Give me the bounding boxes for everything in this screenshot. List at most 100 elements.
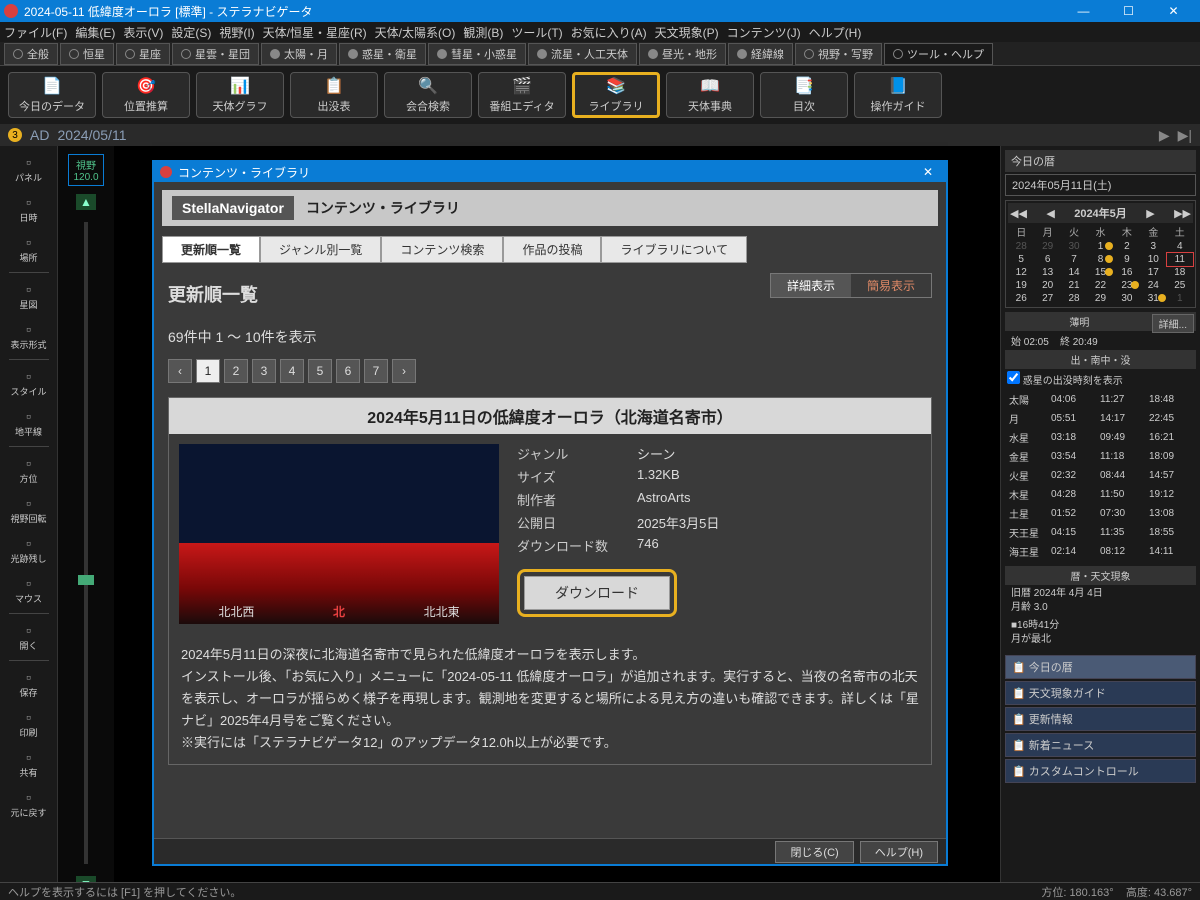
step-end-icon[interactable]: ▶| bbox=[1178, 127, 1192, 144]
left-tool-button[interactable]: ▫印刷 bbox=[4, 707, 54, 741]
simple-view-tab[interactable]: 簡易表示 bbox=[851, 274, 931, 297]
calendar-day[interactable]: 29 bbox=[1034, 240, 1060, 253]
calendar-day[interactable]: 2 bbox=[1114, 240, 1140, 253]
calendar-day[interactable]: 31 bbox=[1140, 292, 1166, 305]
toolbar-button[interactable]: 📄今日のデータ bbox=[8, 72, 96, 118]
toolbar-button[interactable]: 🎯位置推算 bbox=[102, 72, 190, 118]
panel-link[interactable]: 📋 更新情報 bbox=[1005, 707, 1196, 731]
maximize-button[interactable]: ☐ bbox=[1106, 0, 1151, 22]
menu-item[interactable]: 編集(E) bbox=[75, 24, 115, 41]
category-tab[interactable]: 経緯線 bbox=[728, 43, 793, 65]
calendar-day[interactable]: 28 bbox=[1008, 240, 1034, 253]
calendar-day[interactable]: 7 bbox=[1061, 253, 1087, 266]
calendar-day[interactable]: 21 bbox=[1061, 279, 1087, 292]
category-tab[interactable]: ツール・ヘルプ bbox=[884, 43, 993, 65]
fov-indicator[interactable]: 視野 120.0 bbox=[68, 154, 103, 186]
calendar-day[interactable]: 5 bbox=[1008, 253, 1034, 266]
library-tab[interactable]: ジャンル別一覧 bbox=[260, 236, 381, 263]
calendar-day[interactable]: 20 bbox=[1034, 279, 1060, 292]
cal-prev-month-icon[interactable]: ◀ bbox=[1046, 207, 1054, 220]
menu-item[interactable]: 観測(B) bbox=[463, 24, 503, 41]
page-button[interactable]: 4 bbox=[280, 359, 304, 383]
panel-link[interactable]: 📋 天文現象ガイド bbox=[1005, 681, 1196, 705]
calendar-day[interactable]: 12 bbox=[1008, 266, 1034, 279]
toolbar-button[interactable]: 📘操作ガイド bbox=[854, 72, 942, 118]
toolbar-button[interactable]: 📊天体グラフ bbox=[196, 72, 284, 118]
library-tab[interactable]: ライブラリについて bbox=[601, 236, 747, 263]
left-tool-button[interactable]: ▫表示形式 bbox=[4, 319, 54, 353]
detail-button[interactable]: 詳細... bbox=[1152, 314, 1194, 333]
calendar-day[interactable]: 3 bbox=[1140, 240, 1166, 253]
category-tab[interactable]: 全般 bbox=[4, 43, 58, 65]
calendar-day[interactable]: 8 bbox=[1087, 253, 1113, 266]
calendar-day[interactable]: 15 bbox=[1087, 266, 1113, 279]
page-button[interactable]: 6 bbox=[336, 359, 360, 383]
page-button[interactable]: 5 bbox=[308, 359, 332, 383]
category-tab[interactable]: 惑星・衛星 bbox=[339, 43, 426, 65]
calendar-day[interactable]: 22 bbox=[1087, 279, 1113, 292]
calendar-day[interactable]: 24 bbox=[1140, 279, 1166, 292]
left-tool-button[interactable]: ▫地平線 bbox=[4, 406, 54, 440]
calendar-day[interactable]: 17 bbox=[1140, 266, 1166, 279]
slider-thumb[interactable] bbox=[78, 575, 94, 585]
clock-icon[interactable]: 3 bbox=[8, 128, 22, 142]
page-button[interactable]: ‹ bbox=[168, 359, 192, 383]
library-tab[interactable]: コンテンツ検索 bbox=[381, 236, 503, 263]
planets-checkbox[interactable] bbox=[1007, 371, 1020, 384]
menu-item[interactable]: 天体/恒星・星座(R) bbox=[263, 24, 367, 41]
fov-slider[interactable] bbox=[84, 222, 88, 864]
fov-up-button[interactable]: ▲ bbox=[76, 194, 96, 210]
toolbar-button[interactable]: 📖天体事典 bbox=[666, 72, 754, 118]
calendar-day[interactable]: 14 bbox=[1061, 266, 1087, 279]
toolbar-button[interactable]: 🎬番組エディタ bbox=[478, 72, 566, 118]
toolbar-button[interactable]: 📑目次 bbox=[760, 72, 848, 118]
cal-prev-year-icon[interactable]: ◀◀ bbox=[1010, 207, 1027, 220]
left-tool-button[interactable]: ▫場所 bbox=[4, 232, 54, 266]
left-tool-button[interactable]: ▫日時 bbox=[4, 192, 54, 226]
menu-item[interactable]: 視野(I) bbox=[219, 24, 254, 41]
toolbar-button[interactable]: 📚ライブラリ bbox=[572, 72, 660, 118]
menu-item[interactable]: お気に入り(A) bbox=[571, 24, 647, 41]
left-tool-button[interactable]: ▫方位 bbox=[4, 453, 54, 487]
dialog-close-button[interactable]: 閉じる(C) bbox=[775, 841, 853, 863]
calendar-day[interactable]: 18 bbox=[1167, 266, 1193, 279]
left-tool-button[interactable]: ▫開く bbox=[4, 620, 54, 654]
left-tool-button[interactable]: ▫パネル bbox=[4, 152, 54, 186]
toolbar-button[interactable]: 🔍会合検索 bbox=[384, 72, 472, 118]
menu-item[interactable]: 表示(V) bbox=[123, 24, 163, 41]
calendar-day[interactable]: 30 bbox=[1114, 292, 1140, 305]
close-button[interactable]: ✕ bbox=[1151, 0, 1196, 22]
calendar-day[interactable]: 4 bbox=[1167, 240, 1193, 253]
left-tool-button[interactable]: ▫マウス bbox=[4, 573, 54, 607]
cal-next-year-icon[interactable]: ▶▶ bbox=[1174, 207, 1191, 220]
left-tool-button[interactable]: ▫保存 bbox=[4, 667, 54, 701]
library-tab[interactable]: 作品の投稿 bbox=[503, 236, 601, 263]
menu-item[interactable]: 設定(S) bbox=[171, 24, 211, 41]
calendar-day[interactable]: 1 bbox=[1167, 292, 1193, 305]
page-button[interactable]: › bbox=[392, 359, 416, 383]
calendar-day[interactable]: 28 bbox=[1061, 292, 1087, 305]
calendar-day[interactable]: 25 bbox=[1167, 279, 1193, 292]
minimize-button[interactable]: — bbox=[1061, 0, 1106, 22]
page-button[interactable]: 3 bbox=[252, 359, 276, 383]
left-tool-button[interactable]: ▫光跡残し bbox=[4, 533, 54, 567]
category-tab[interactable]: 視野・写野 bbox=[795, 43, 882, 65]
left-tool-button[interactable]: ▫スタイル bbox=[4, 366, 54, 400]
cal-next-month-icon[interactable]: ▶ bbox=[1146, 207, 1154, 220]
category-tab[interactable]: 流星・人工天体 bbox=[528, 43, 637, 65]
calendar-day[interactable]: 1 bbox=[1087, 240, 1113, 253]
menu-item[interactable]: 天体/太陽系(O) bbox=[375, 24, 456, 41]
category-tab[interactable]: 星座 bbox=[116, 43, 170, 65]
calendar-day[interactable]: 16 bbox=[1114, 266, 1140, 279]
menu-item[interactable]: コンテンツ(J) bbox=[727, 24, 801, 41]
calendar-day[interactable]: 30 bbox=[1061, 240, 1087, 253]
page-button[interactable]: 2 bbox=[224, 359, 248, 383]
calendar-day[interactable]: 29 bbox=[1087, 292, 1113, 305]
category-tab[interactable]: 星雲・星団 bbox=[172, 43, 259, 65]
category-tab[interactable]: 昼光・地形 bbox=[639, 43, 726, 65]
category-tab[interactable]: 彗星・小惑星 bbox=[428, 43, 526, 65]
calendar-day[interactable]: 19 bbox=[1008, 279, 1034, 292]
dialog-close-icon[interactable]: ✕ bbox=[916, 165, 940, 179]
dialog-help-button[interactable]: ヘルプ(H) bbox=[860, 841, 938, 863]
menu-item[interactable]: ツール(T) bbox=[511, 24, 562, 41]
